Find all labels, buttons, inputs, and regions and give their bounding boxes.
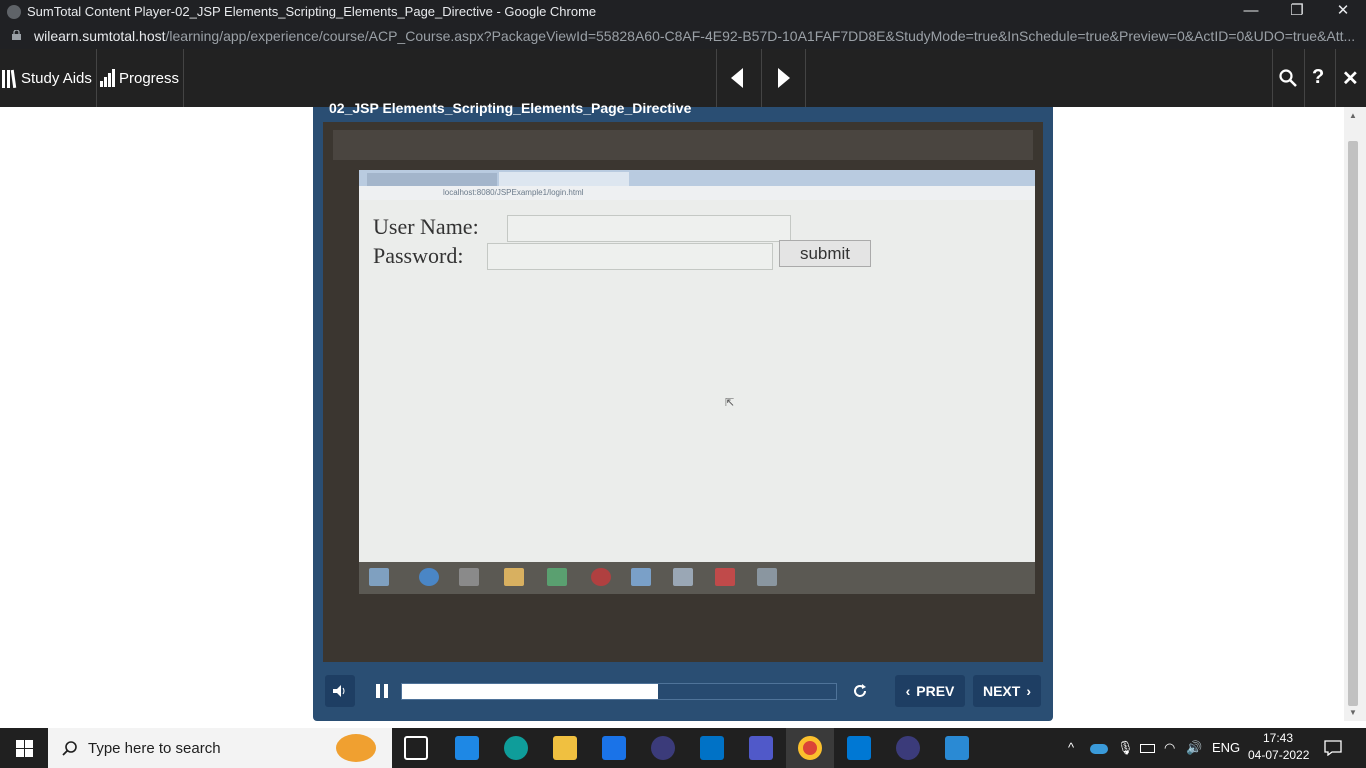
- scroll-down-icon[interactable]: ▼: [1349, 708, 1357, 717]
- video-password-label: Password:: [373, 243, 464, 268]
- next-label: NEXT: [982, 683, 1021, 699]
- previous-page-icon[interactable]: [731, 68, 745, 88]
- volume-icon: [333, 685, 345, 697]
- pause-button[interactable]: [367, 675, 397, 707]
- close-player-icon[interactable]: ✕: [1342, 66, 1359, 91]
- photos-icon[interactable]: [945, 736, 969, 760]
- mail-icon[interactable]: [602, 736, 626, 760]
- speaker-icon[interactable]: 🔊: [1186, 740, 1202, 756]
- eclipse-icon[interactable]: [896, 736, 920, 760]
- lock-icon: [12, 30, 21, 40]
- study-aids-icon: [2, 69, 17, 88]
- notification-icon[interactable]: [1324, 740, 1342, 756]
- video-frame[interactable]: localhost:8080/JSPExample1/login.html Us…: [323, 122, 1043, 662]
- battery-icon[interactable]: [1140, 744, 1155, 753]
- video-username-label: User Name:: [373, 214, 479, 239]
- close-window-button[interactable]: ✕: [1320, 0, 1366, 24]
- video-submit-button: submit: [779, 240, 871, 267]
- next-button[interactable]: NEXT ›: [973, 675, 1041, 707]
- vscode-icon[interactable]: [847, 736, 871, 760]
- teams-icon[interactable]: [749, 736, 773, 760]
- store-icon[interactable]: [455, 736, 479, 760]
- microphone-icon[interactable]: 🎙: [1117, 740, 1134, 756]
- prev-button[interactable]: ‹ PREV: [895, 675, 965, 707]
- onedrive-icon[interactable]: [1090, 744, 1108, 754]
- study-aids-button[interactable]: Study Aids: [2, 49, 92, 107]
- playback-progress-fill: [402, 684, 659, 699]
- browser-title-bar: SumTotal Content Player-02_JSP Elements_…: [0, 0, 1366, 24]
- chevron-left-icon: ‹: [905, 683, 911, 699]
- replay-icon: [854, 684, 866, 697]
- video-username-field: [507, 215, 791, 242]
- replay-button[interactable]: [845, 675, 875, 707]
- video-url-bar: localhost:8080/JSPExample1/login.html: [359, 186, 1035, 200]
- wifi-icon[interactable]: ◠: [1164, 740, 1175, 756]
- search-icon: [62, 741, 77, 756]
- content-player: 02_JSP Elements_Scripting_Elements_Page_…: [313, 100, 1053, 721]
- chrome-icon[interactable]: [798, 736, 822, 760]
- restore-button[interactable]: ❐: [1274, 0, 1320, 24]
- chrome-profile-icon: [7, 5, 21, 19]
- eclipse-icon[interactable]: [651, 736, 675, 760]
- player-toolbar: Study Aids Progress ? ✕: [0, 49, 1366, 107]
- video-taskbar: [359, 562, 1035, 594]
- video-cursor-icon: ⇱: [725, 397, 735, 409]
- player-title: 02_JSP Elements_Scripting_Elements_Page_…: [329, 100, 692, 116]
- prev-label: PREV: [916, 683, 955, 699]
- task-view-icon[interactable]: [404, 736, 428, 760]
- video-browser-tabs: [359, 170, 1035, 186]
- minimize-button[interactable]: —: [1228, 0, 1274, 24]
- clock-time[interactable]: 17:43: [1262, 731, 1294, 745]
- progress-button[interactable]: Progress: [100, 49, 179, 107]
- player-controls: ‹ PREV NEXT ›: [313, 673, 1053, 717]
- url-host: wilearn.sumtotal.host: [34, 28, 166, 44]
- clock-date[interactable]: 04-07-2022: [1248, 748, 1309, 762]
- progress-label: Progress: [119, 69, 180, 87]
- url-path: /learning/app/experience/course/ACP_Cour…: [165, 28, 1354, 44]
- progress-icon: [100, 69, 115, 87]
- file-explorer-icon[interactable]: [553, 736, 577, 760]
- study-aids-label: Study Aids: [21, 69, 92, 87]
- volume-button[interactable]: [325, 675, 355, 707]
- outlook-icon[interactable]: [700, 736, 724, 760]
- search-highlight-icon: [336, 734, 376, 762]
- chevron-up-icon[interactable]: ^: [1068, 740, 1074, 755]
- windows-taskbar: Type here to search ^ 🎙 ◠ 🔊 ENG 17:43 04…: [0, 728, 1366, 768]
- pause-icon: [376, 684, 388, 698]
- windows-icon[interactable]: [16, 740, 33, 757]
- scrollbar-thumb[interactable]: [1348, 141, 1358, 706]
- language-indicator[interactable]: ENG: [1212, 740, 1240, 755]
- taskbar-search-box[interactable]: Type here to search: [48, 728, 392, 768]
- scrollbar[interactable]: ▲ ▼: [1344, 107, 1366, 721]
- scroll-up-icon[interactable]: ▲: [1349, 111, 1357, 120]
- search-placeholder: Type here to search: [88, 740, 221, 757]
- next-page-icon[interactable]: [776, 68, 790, 88]
- address-bar[interactable]: wilearn.sumtotal.host/learning/app/exper…: [0, 24, 1366, 49]
- video-recorded-screen: localhost:8080/JSPExample1/login.html Us…: [359, 170, 1035, 562]
- help-icon[interactable]: ?: [1312, 66, 1324, 89]
- window-title: SumTotal Content Player-02_JSP Elements_…: [27, 4, 597, 19]
- chevron-right-icon: ›: [1026, 683, 1031, 699]
- edge-icon[interactable]: [504, 736, 528, 760]
- playback-progress-bar[interactable]: [401, 683, 837, 700]
- search-icon[interactable]: [1279, 69, 1297, 87]
- video-password-field: [487, 243, 773, 270]
